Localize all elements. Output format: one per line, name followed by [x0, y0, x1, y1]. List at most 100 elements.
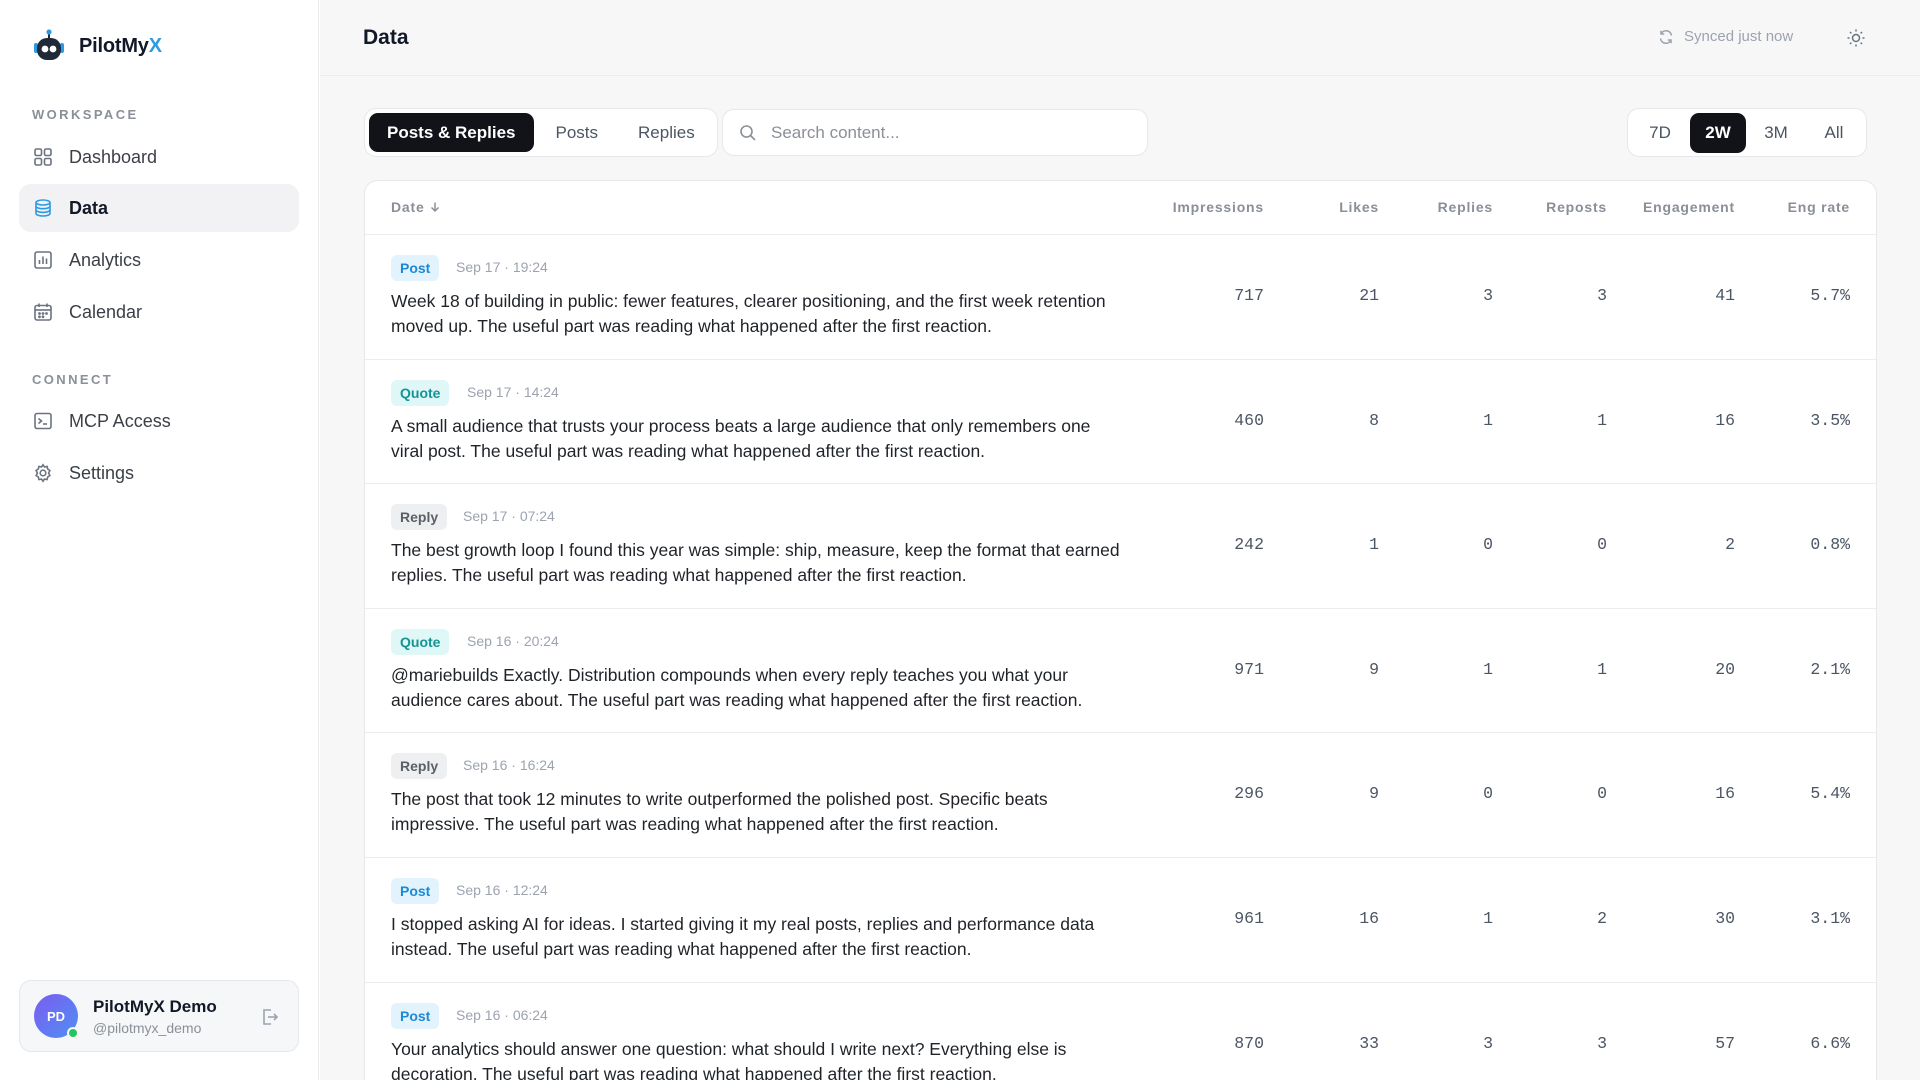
- reposts-value: 2: [1597, 908, 1607, 928]
- range-3m[interactable]: 3M: [1748, 113, 1804, 153]
- column-header-replies[interactable]: Replies: [1438, 199, 1493, 215]
- table-row[interactable]: Quote Sep 17 · 14:24 A small audience th…: [365, 360, 1876, 485]
- brand-name: PilotMyX: [79, 34, 162, 57]
- replies-value: 0: [1483, 784, 1493, 804]
- range-all[interactable]: All: [1806, 113, 1862, 153]
- likes-value: 8: [1369, 410, 1379, 430]
- table-row[interactable]: Post Sep 17 · 19:24 Week 18 of building …: [365, 235, 1876, 360]
- column-header-date[interactable]: Date: [391, 199, 441, 215]
- type-badge: Quote: [391, 628, 450, 655]
- theme-toggle-button[interactable]: [1844, 26, 1868, 50]
- robot-logo-icon: [34, 29, 64, 60]
- type-badge: Post: [391, 877, 440, 904]
- sidebar-item-label: Analytics: [69, 249, 142, 270]
- sidebar-item-calendar[interactable]: Calendar: [19, 288, 299, 336]
- gear-icon: [33, 463, 53, 483]
- sidebar-item-data[interactable]: Data: [19, 184, 299, 232]
- engagement-value: 2: [1725, 535, 1735, 555]
- tab-posts-and-replies[interactable]: Posts & Replies: [369, 113, 534, 152]
- terminal-icon: [33, 411, 53, 431]
- likes-value: 1: [1369, 535, 1379, 555]
- tab-replies[interactable]: Replies: [620, 113, 713, 152]
- engagement-value: 16: [1715, 784, 1735, 804]
- brand[interactable]: PilotMyX: [31, 28, 162, 64]
- refresh-icon: [1659, 29, 1673, 44]
- calendar-icon: [33, 302, 53, 322]
- impressions-value: 870: [1234, 1033, 1264, 1053]
- table-row[interactable]: Reply Sep 17 · 07:24 The best growth loo…: [365, 484, 1876, 609]
- user-name: PilotMyX Demo: [93, 996, 217, 1016]
- column-header-engagement[interactable]: Engagement: [1643, 199, 1735, 215]
- sidebar-item-label: MCP Access: [69, 410, 171, 431]
- impressions-value: 971: [1234, 659, 1264, 679]
- range-7d[interactable]: 7D: [1632, 113, 1688, 153]
- post-text: I stopped asking AI for ideas. I started…: [391, 913, 1095, 959]
- post-text: A small audience that trusts your proces…: [391, 415, 1091, 461]
- range-2w[interactable]: 2W: [1690, 112, 1746, 153]
- table-header: Date Impressions Likes Replies Reposts E…: [365, 181, 1876, 235]
- engagement-value: 41: [1715, 286, 1735, 305]
- impressions-value: 961: [1234, 908, 1264, 928]
- table-row[interactable]: Quote Sep 16 · 20:24 @mariebuilds Exactl…: [365, 609, 1876, 734]
- impressions-value: 242: [1234, 535, 1264, 555]
- type-badge: Quote: [391, 379, 450, 406]
- type-badge: Post: [391, 1002, 440, 1029]
- tab-posts[interactable]: Posts: [538, 113, 617, 152]
- logout-icon[interactable]: [260, 1007, 280, 1027]
- sidebar-item-mcp-access[interactable]: MCP Access: [19, 397, 299, 445]
- engagement-value: 57: [1715, 1033, 1735, 1053]
- avatar: PD: [34, 994, 79, 1039]
- sidebar-item-analytics[interactable]: Analytics: [19, 236, 299, 284]
- post-timestamp: Sep 16 · 06:24: [456, 1006, 548, 1023]
- eng-rate-value: 2.1%: [1810, 659, 1850, 679]
- eng-rate-value: 6.6%: [1810, 1033, 1850, 1053]
- search-input[interactable]: [771, 122, 1131, 143]
- topbar: Data Synced just now: [320, 0, 1920, 76]
- replies-value: 1: [1483, 659, 1493, 679]
- online-status-dot: [67, 1027, 79, 1039]
- column-header-reposts[interactable]: Reposts: [1546, 199, 1607, 215]
- sync-status: Synced just now: [1658, 28, 1793, 45]
- column-header-likes[interactable]: Likes: [1339, 199, 1379, 215]
- post-timestamp: Sep 17 · 14:24: [467, 383, 559, 400]
- column-header-eng-rate[interactable]: Eng rate: [1788, 199, 1850, 215]
- grid-icon: [33, 147, 53, 167]
- post-text: The best growth loop I found this year w…: [391, 540, 1120, 586]
- sun-icon: [1847, 29, 1865, 47]
- impressions-value: 296: [1234, 784, 1264, 804]
- eng-rate-value: 0.8%: [1810, 535, 1850, 555]
- table-row[interactable]: Reply Sep 16 · 16:24 The post that took …: [365, 733, 1876, 858]
- sidebar-item-label: Dashboard: [69, 146, 158, 167]
- user-card[interactable]: PD PilotMyX Demo @pilotmyx_demo: [19, 980, 299, 1052]
- post-timestamp: Sep 16 · 20:24: [467, 632, 559, 649]
- post-text: Week 18 of building in public: fewer fea…: [391, 291, 1106, 336]
- table-row[interactable]: Post Sep 16 · 12:24 I stopped asking AI …: [365, 858, 1876, 983]
- post-text: Your analytics should answer one questio…: [391, 1038, 1067, 1080]
- eng-rate-value: 5.4%: [1810, 784, 1850, 804]
- engagement-value: 16: [1715, 410, 1735, 430]
- impressions-value: 717: [1234, 286, 1264, 305]
- engagement-value: 20: [1715, 659, 1735, 679]
- reposts-value: 3: [1597, 286, 1607, 305]
- date-range-selector: 7D 2W 3M All: [1627, 108, 1867, 157]
- table-row[interactable]: Post Sep 16 · 06:24 Your analytics shoul…: [365, 983, 1876, 1080]
- likes-value: 9: [1369, 784, 1379, 804]
- eng-rate-value: 5.7%: [1810, 286, 1850, 305]
- content-table: Date Impressions Likes Replies Reposts E…: [364, 180, 1877, 1080]
- reposts-value: 0: [1597, 784, 1607, 804]
- likes-value: 16: [1359, 908, 1379, 928]
- sidebar-item-label: Calendar: [69, 301, 143, 322]
- content-type-tabs: Posts & Replies Posts Replies: [364, 108, 718, 157]
- post-timestamp: Sep 17 · 07:24: [463, 508, 555, 525]
- bar-chart-icon: [33, 250, 53, 270]
- reposts-value: 1: [1597, 659, 1607, 679]
- replies-value: 0: [1483, 535, 1493, 555]
- type-badge: Reply: [391, 504, 448, 531]
- likes-value: 33: [1359, 1033, 1379, 1053]
- likes-value: 21: [1359, 286, 1379, 305]
- search-box: [722, 109, 1148, 156]
- sidebar-item-dashboard[interactable]: Dashboard: [19, 133, 299, 181]
- column-header-impressions[interactable]: Impressions: [1173, 199, 1264, 215]
- sidebar: PilotMyX WORKSPACE Dashboard Data Analyt…: [0, 0, 319, 1080]
- sidebar-item-settings[interactable]: Settings: [19, 449, 299, 497]
